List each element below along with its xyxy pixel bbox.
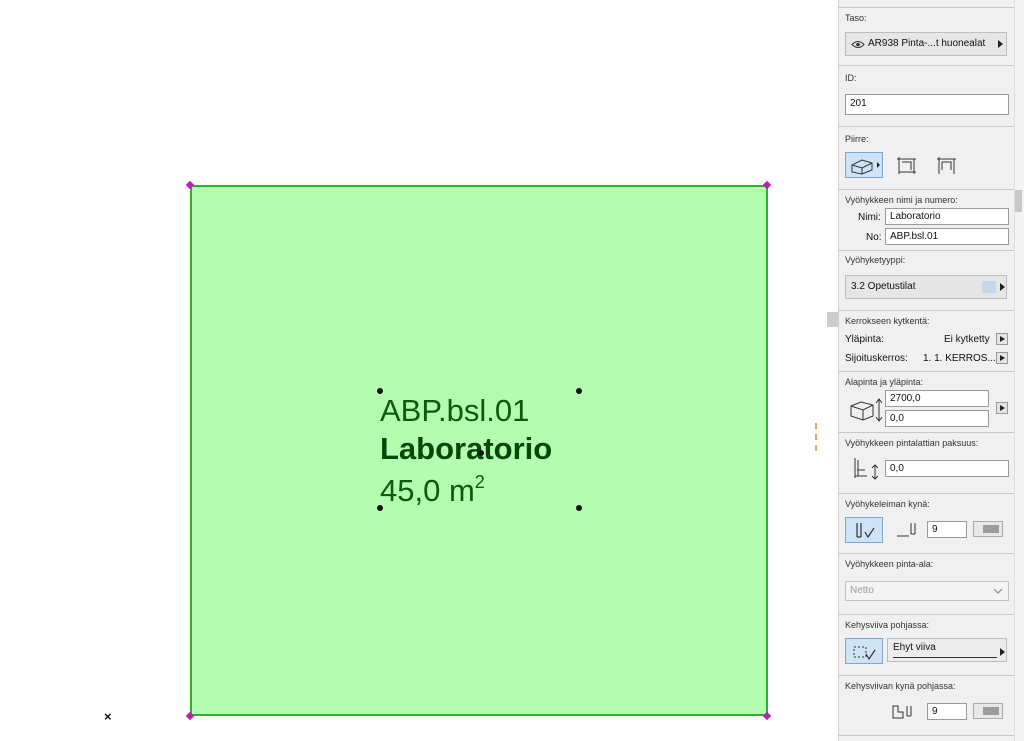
section-divider: [839, 371, 1015, 372]
top-link-menu-button[interactable]: [996, 333, 1008, 345]
layer-selector[interactable]: AR938 Pinta-...t huonealat: [845, 32, 1007, 56]
zone-type-label: Vyöhyketyyppi:: [845, 255, 906, 265]
layer-value: AR938 Pinta-...t huonealat: [868, 38, 986, 49]
zone-stamp-area-unit: 2: [474, 472, 485, 492]
stamp-selection-handle[interactable]: [377, 505, 383, 511]
zone-boundary-net-icon: [937, 157, 956, 174]
contour-pen-color-chip[interactable]: [973, 703, 1003, 719]
floor-thickness-label: Vyöhykkeen pintalattian paksuus:: [845, 438, 979, 448]
stamp-pen-label: Vyöhykeleiman kynä:: [845, 499, 930, 509]
stamp-selection-handle[interactable]: [377, 388, 383, 394]
feature-label: Piirre:: [845, 134, 869, 144]
contour-line-value: Ehyt viiva: [893, 642, 936, 653]
zone-area-value: Netto: [850, 585, 874, 596]
home-story-label: Sijoituskerros:: [845, 353, 908, 364]
zone-number-field[interactable]: ABP.bsl.01: [885, 228, 1009, 245]
zone-net-feature-button[interactable]: [929, 152, 967, 178]
section-divider: [839, 675, 1015, 676]
zone-type-color-swatch: [982, 281, 996, 293]
zone-height-field[interactable]: 2700,0: [885, 390, 989, 407]
zone-3d-icon: [851, 159, 880, 175]
origin-marker: ×: [104, 709, 112, 724]
section-divider: [839, 126, 1015, 127]
zone-3d-feature-button[interactable]: [845, 152, 883, 178]
zone-name-number-label: Vyöhykkeen nimi ja numero:: [845, 195, 958, 205]
line-sample: [893, 657, 997, 658]
contour-pen-field[interactable]: 9: [927, 703, 967, 720]
chevron-down-icon: [993, 588, 1003, 594]
zone-area-select[interactable]: Netto: [845, 581, 1009, 601]
zone-height-icon: [850, 398, 883, 422]
zone-stamp-number: ABP.bsl.01: [380, 393, 530, 428]
section-divider: [839, 493, 1015, 494]
home-story-menu-button[interactable]: [996, 352, 1008, 364]
drawing-canvas[interactable]: ABP.bsl.01 Laboratorio 45,0 m2 ×: [0, 0, 828, 741]
contour-pen-icon: [892, 705, 912, 719]
stamp-selection-handle[interactable]: [576, 505, 582, 511]
id-label: ID:: [845, 73, 857, 83]
section-divider: [839, 65, 1015, 66]
zone-offset-field[interactable]: 0,0: [885, 410, 989, 427]
zone-name-field[interactable]: Laboratorio: [885, 208, 1009, 225]
eye-icon: [851, 41, 865, 48]
stamp-anchor-handle[interactable]: [478, 450, 484, 456]
layer-label: Taso:: [845, 13, 867, 23]
bottom-top-menu-button[interactable]: [996, 402, 1008, 414]
contour-line-override-button[interactable]: [845, 638, 883, 664]
stamp-selection-handle[interactable]: [576, 388, 582, 394]
zone-type-selector[interactable]: 3.2 Opetustilat: [845, 275, 1007, 299]
contour-line-label: Kehysviiva pohjassa:: [845, 620, 930, 630]
zone-number-label: No:: [866, 232, 882, 243]
layer-menu-arrow-icon: [998, 40, 1003, 48]
section-divider: [839, 7, 1015, 8]
zone-stamp-area-value: 45,0 m: [380, 473, 475, 508]
section-divider: [839, 553, 1015, 554]
zone-type-value: 3.2 Opetustilat: [851, 281, 916, 292]
scrollbar-thumb[interactable]: [1015, 190, 1022, 212]
stamp-pen-override-button[interactable]: [845, 517, 883, 543]
contour-line-menu-arrow-icon: [1000, 648, 1005, 656]
zone-boundary-icon: [897, 157, 916, 174]
bottom-top-label: Alapinta ja yläpinta:: [845, 377, 924, 387]
home-story-value: 1. 1. KERROS...: [923, 353, 996, 364]
section-divider: [839, 614, 1015, 615]
zone-stamp-name: Laboratorio: [380, 431, 553, 466]
zone-area-label: Vyöhykkeen pinta-ala:: [845, 559, 934, 569]
zone-corner-node[interactable]: [762, 711, 772, 721]
top-link-value: Ei kytketty: [944, 334, 990, 345]
zone-settings-panel: Taso: AR938 Pinta-...t huonealat ID: 201…: [838, 0, 1015, 741]
zone-stamp-area: 45,0 m2: [380, 473, 485, 506]
section-divider: [839, 432, 1015, 433]
floor-thickness-icon: [854, 458, 879, 480]
pen-check-icon: [856, 523, 875, 539]
contour-pen-label: Kehysviivan kynä pohjassa:: [845, 681, 956, 691]
guide-mark: [815, 423, 818, 451]
section-divider: [839, 189, 1015, 190]
dashed-line-check-icon: [853, 646, 876, 661]
floor-thickness-field[interactable]: 0,0: [885, 460, 1009, 477]
panel-scrollbar[interactable]: [1014, 0, 1024, 741]
pen-icon: [897, 523, 916, 537]
section-divider: [839, 735, 1015, 736]
id-field[interactable]: 201: [845, 94, 1009, 115]
top-link-label: Yläpinta:: [845, 334, 884, 345]
zone-type-menu-arrow-icon: [1000, 283, 1005, 291]
section-divider: [839, 310, 1015, 311]
zone-name-label: Nimi:: [858, 212, 881, 223]
contour-line-selector[interactable]: Ehyt viiva: [887, 638, 1007, 662]
zone-gross-feature-button[interactable]: [889, 152, 927, 178]
story-link-label: Kerrokseen kytkentä:: [845, 316, 930, 326]
section-divider: [839, 250, 1015, 251]
stamp-pen-color-chip[interactable]: [973, 521, 1003, 537]
stamp-pen-field[interactable]: 9: [927, 521, 967, 538]
